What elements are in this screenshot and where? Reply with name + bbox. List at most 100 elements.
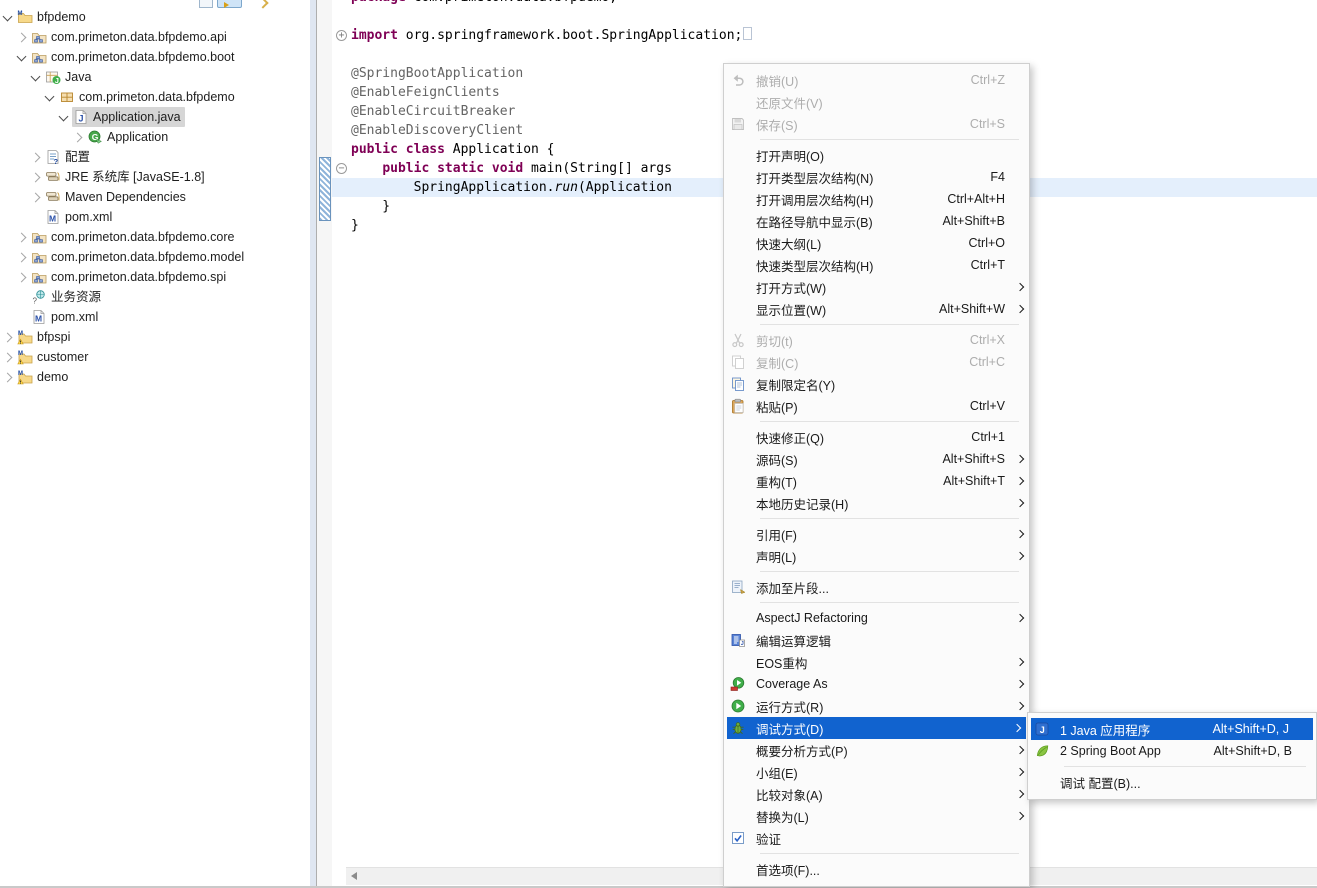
expand-arrow-icon[interactable] — [31, 153, 41, 163]
menu-shortcut: Alt+Shift+S — [942, 452, 1005, 466]
tree-item-content[interactable]: Maven Dependencies — [44, 187, 190, 207]
expand-arrow-icon[interactable] — [31, 193, 41, 203]
menu-item-declarations[interactable]: 声明(L) — [724, 545, 1029, 567]
tree-item-content[interactable]: JJava — [44, 67, 95, 87]
tree-item-content[interactable]: com.primeton.data.bfpdemo.boot — [30, 47, 238, 67]
expand-arrow-icon[interactable] — [3, 373, 13, 383]
menu-item-copy-qualified-name[interactable]: 复制限定名(Y) — [724, 373, 1029, 395]
code-line[interactable]: package com.primeton.data.bfpdemo; — [317, 0, 1317, 7]
submenu-item-spring-boot-app[interactable]: 2 Spring Boot AppAlt+Shift+D, B — [1028, 740, 1316, 762]
collapse-arrow-icon[interactable] — [17, 52, 27, 62]
tree-item[interactable]: Mbfpdemo — [0, 7, 310, 27]
menu-item-copy: 复制(C)Ctrl+C — [724, 351, 1029, 373]
menu-item-quick-type-hierarchy[interactable]: 快速类型层次结构(H)Ctrl+T — [724, 254, 1029, 276]
submenu-item-debug-configurations[interactable]: 调试 配置(B)... — [1028, 771, 1316, 793]
menu-item-replace-with[interactable]: 替换为(L) — [724, 805, 1029, 827]
collapse-arrow-icon[interactable] — [45, 92, 55, 102]
menu-item-team[interactable]: 小组(E) — [724, 761, 1029, 783]
panel-divider[interactable] — [310, 0, 317, 886]
tree-item[interactable]: GApplication — [0, 127, 310, 147]
tree-item[interactable]: com.primeton.data.bfpdemo.api — [0, 27, 310, 47]
menu-item-compare-with[interactable]: 比较对象(A) — [724, 783, 1029, 805]
menu-item-open-declaration[interactable]: 打开声明(O) — [724, 144, 1029, 166]
menu-item-eos-refactor[interactable]: EOS重构 — [724, 651, 1029, 673]
tree-item-content[interactable]: Mbfpdemo — [16, 7, 90, 27]
code-line[interactable] — [317, 7, 1317, 26]
checkbox-icon — [730, 830, 756, 846]
menu-item-aspectj-refactoring[interactable]: AspectJ Refactoring — [724, 607, 1029, 629]
code-line[interactable] — [317, 45, 1317, 64]
collapse-arrow-icon[interactable] — [31, 72, 41, 82]
tree-item[interactable]: Mpom.xml — [0, 207, 310, 227]
expand-arrow-icon[interactable] — [3, 353, 13, 363]
tree-item[interactable]: Maven Dependencies — [0, 187, 310, 207]
tree-item-content[interactable]: com.primeton.data.bfpdemo — [58, 87, 239, 107]
menu-item-preferences[interactable]: 首选项(F)... — [724, 858, 1029, 880]
menu-item-show-in[interactable]: 显示位置(W)Alt+Shift+W — [724, 298, 1029, 320]
tree-item[interactable]: com.primeton.data.bfpdemo.core — [0, 227, 310, 247]
menu-item-source[interactable]: 源码(S)Alt+Shift+S — [724, 448, 1029, 470]
tree-item[interactable]: JApplication.java — [0, 107, 310, 127]
tree-item[interactable]: com.primeton.data.bfpdemo.boot — [0, 47, 310, 67]
menu-item-edit-logic[interactable]: J编辑运算逻辑 — [724, 629, 1029, 651]
menu-item-label: 快速修正(Q) — [756, 428, 971, 447]
expand-arrow-icon[interactable] — [3, 333, 13, 343]
menu-item-profile-as[interactable]: 概要分析方式(P) — [724, 739, 1029, 761]
tree-item[interactable]: com.primeton.data.bfpdemo.model — [0, 247, 310, 267]
menu-item-paste[interactable]: 粘贴(P)Ctrl+V — [724, 395, 1029, 417]
expand-arrow-icon[interactable] — [73, 133, 83, 143]
menu-item-validate[interactable]: 验证 — [724, 827, 1029, 849]
menu-item-open-call-hierarchy[interactable]: 打开调用层次结构(H)Ctrl+Alt+H — [724, 188, 1029, 210]
tree-item[interactable]: ?配置 — [0, 147, 310, 167]
scroll-left-arrow-icon[interactable] — [351, 872, 357, 880]
tree-item-content[interactable]: Mcustomer — [16, 347, 92, 367]
tree-item-content[interactable]: JRE 系统库 [JavaSE-1.8] — [44, 167, 209, 187]
tree-item[interactable]: com.primeton.data.bfpdemo — [0, 87, 310, 107]
menu-item-refactor[interactable]: 重构(T)Alt+Shift+T — [724, 470, 1029, 492]
tree-item-content[interactable]: ?业务资源 — [30, 287, 105, 307]
menu-item-quick-outline[interactable]: 快速大纲(L)Ctrl+O — [724, 232, 1029, 254]
tree-item-content[interactable]: com.primeton.data.bfpdemo.model — [30, 247, 248, 267]
menu-item-add-to-snippets[interactable]: 添加至片段... — [724, 576, 1029, 598]
menu-item-references[interactable]: 引用(F) — [724, 523, 1029, 545]
tree-item-content[interactable]: Mpom.xml — [30, 307, 102, 327]
expand-arrow-icon[interactable] — [17, 273, 27, 283]
menu-icon-spacer — [730, 808, 756, 824]
tree-item[interactable]: JRE 系统库 [JavaSE-1.8] — [0, 167, 310, 187]
menu-item-open-with[interactable]: 打开方式(W) — [724, 276, 1029, 298]
tree-item-content[interactable]: ?配置 — [44, 147, 94, 167]
tree-item-content[interactable]: JApplication.java — [72, 107, 185, 127]
tree-item[interactable]: ?业务资源 — [0, 287, 310, 307]
submenu-item-java-application[interactable]: J1 Java 应用程序Alt+Shift+D, J — [1031, 718, 1313, 740]
collapse-arrow-icon[interactable] — [3, 12, 13, 22]
tree-item[interactable]: JJava — [0, 67, 310, 87]
collapse-arrow-icon[interactable] — [59, 112, 69, 122]
tree-item[interactable]: Mcustomer — [0, 347, 310, 367]
fold-expand-icon[interactable]: + — [336, 30, 347, 41]
tree-item-content[interactable]: com.primeton.data.bfpdemo.core — [30, 227, 238, 247]
menu-item-coverage-as[interactable]: Coverage As — [724, 673, 1029, 695]
fold-collapse-icon[interactable]: − — [336, 163, 347, 174]
menu-item-debug-as[interactable]: 调试方式(D) — [727, 717, 1026, 739]
menu-item-quick-fix[interactable]: 快速修正(Q)Ctrl+1 — [724, 426, 1029, 448]
menu-item-open-type-hierarchy[interactable]: 打开类型层次结构(N)F4 — [724, 166, 1029, 188]
expand-arrow-icon[interactable] — [17, 33, 27, 43]
code-line[interactable]: import org.springframework.boot.SpringAp… — [317, 26, 1317, 45]
tree-item[interactable]: Mdemo — [0, 367, 310, 387]
tree-item[interactable]: Mpom.xml — [0, 307, 310, 327]
tree-item-content[interactable]: Mpom.xml — [44, 207, 116, 227]
menu-item-run-as[interactable]: 运行方式(R) — [724, 695, 1029, 717]
expand-arrow-icon[interactable] — [17, 233, 27, 243]
tree-item-content[interactable]: Mbfpspi — [16, 327, 74, 347]
tree-item-content[interactable]: com.primeton.data.bfpdemo.api — [30, 27, 231, 47]
tree-item[interactable]: com.primeton.data.bfpdemo.spi — [0, 267, 310, 287]
tree-item-content[interactable]: GApplication — [86, 127, 172, 147]
expand-arrow-icon[interactable] — [17, 253, 27, 263]
menu-item-local-history[interactable]: 本地历史记录(H) — [724, 492, 1029, 514]
expand-arrow-icon[interactable] — [31, 173, 41, 183]
tree-item[interactable]: Mbfpspi — [0, 327, 310, 347]
tree-item-content[interactable]: Mdemo — [16, 367, 72, 387]
menu-item-show-in-breadcrumb[interactable]: 在路径导航中显示(B)Alt+Shift+B — [724, 210, 1029, 232]
menu-shortcut: Alt+Shift+T — [943, 474, 1005, 488]
tree-item-content[interactable]: com.primeton.data.bfpdemo.spi — [30, 267, 230, 287]
